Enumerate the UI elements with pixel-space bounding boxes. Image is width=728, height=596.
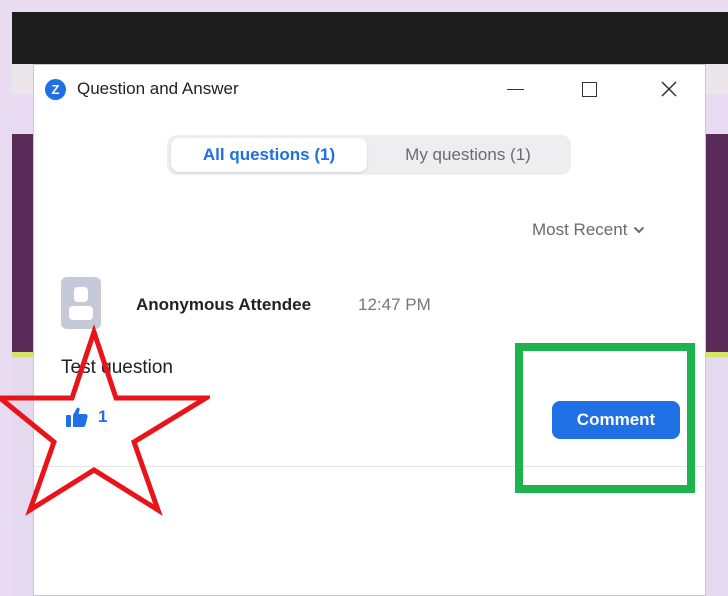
close-icon	[661, 81, 677, 97]
maximize-button[interactable]	[572, 73, 606, 105]
window-titlebar: Z Question and Answer	[34, 65, 705, 113]
sort-label: Most Recent	[532, 220, 628, 239]
desktop-title-bar	[12, 12, 728, 64]
star-annotation	[0, 324, 210, 516]
sort-dropdown[interactable]: Most Recent	[532, 220, 645, 240]
minimize-button[interactable]	[498, 73, 532, 105]
author-name: Anonymous Attendee	[136, 295, 312, 314]
highlight-box	[515, 343, 695, 493]
maximize-icon	[581, 81, 597, 97]
tab-all-questions[interactable]: All questions (1)	[171, 138, 367, 172]
window-title: Question and Answer	[77, 79, 239, 98]
app-logo: Z	[45, 79, 66, 100]
close-button[interactable]	[652, 73, 686, 105]
minimize-icon	[506, 88, 524, 90]
question-time: 12:47 PM	[358, 295, 431, 314]
chevron-down-icon	[634, 226, 645, 234]
question-tabs: All questions (1) My questions (1)	[167, 135, 571, 175]
tab-my-questions[interactable]: My questions (1)	[369, 138, 567, 172]
